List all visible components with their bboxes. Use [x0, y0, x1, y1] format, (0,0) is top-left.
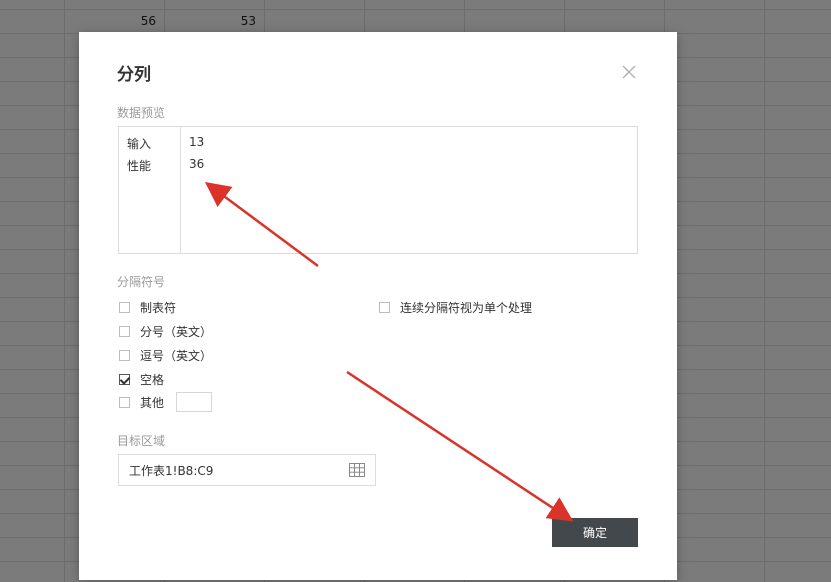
sheet-cell: 53: [240, 14, 256, 28]
data-preview-label: 数据预览: [117, 106, 166, 120]
delimiter-option-tab[interactable]: 制表符: [119, 299, 176, 316]
ok-button[interactable]: 确定: [552, 518, 638, 547]
option-label: 分号（英文）: [140, 325, 213, 339]
split-columns-dialog: 分列 数据预览 输入 13 性能 36 分隔符号 制表符 分号（英文） 逗号（英…: [79, 32, 677, 580]
target-area-field[interactable]: [118, 454, 376, 486]
target-area-input[interactable]: [129, 461, 329, 479]
preview-cell: 13: [189, 135, 205, 149]
delimiter-option-comma[interactable]: 逗号（英文）: [119, 347, 212, 364]
dialog-title: 分列: [117, 65, 151, 85]
checkbox[interactable]: [119, 326, 130, 337]
option-label: 逗号（英文）: [140, 349, 213, 363]
preview-cell: 36: [189, 157, 205, 171]
other-delimiter-input[interactable]: [176, 392, 213, 412]
option-label: 其他: [140, 395, 165, 410]
close-icon[interactable]: [619, 62, 639, 82]
grid-icon[interactable]: [349, 463, 365, 477]
option-label: 空格: [140, 373, 165, 387]
target-area-label: 目标区域: [117, 434, 166, 448]
preview-cell: 性能: [127, 159, 152, 173]
delimiter-option-semicolon[interactable]: 分号（英文）: [119, 323, 212, 340]
delimiter-label: 分隔符号: [117, 275, 166, 289]
checkbox[interactable]: [119, 350, 130, 361]
checkbox[interactable]: [379, 302, 390, 313]
checkbox[interactable]: [119, 374, 130, 385]
option-label: 连续分隔符视为单个处理: [400, 301, 533, 315]
option-label: 制表符: [140, 301, 177, 315]
sheet-cell: 56: [140, 14, 156, 28]
delimiter-option-other[interactable]: 其他: [119, 392, 213, 412]
preview-cell: 输入: [127, 137, 152, 151]
checkbox[interactable]: [119, 302, 130, 313]
delimiter-option-space[interactable]: 空格: [119, 371, 164, 388]
checkbox[interactable]: [119, 396, 130, 408]
consecutive-delimiter-option[interactable]: 连续分隔符视为单个处理: [379, 299, 532, 316]
data-preview-table: 输入 13 性能 36: [118, 126, 638, 254]
